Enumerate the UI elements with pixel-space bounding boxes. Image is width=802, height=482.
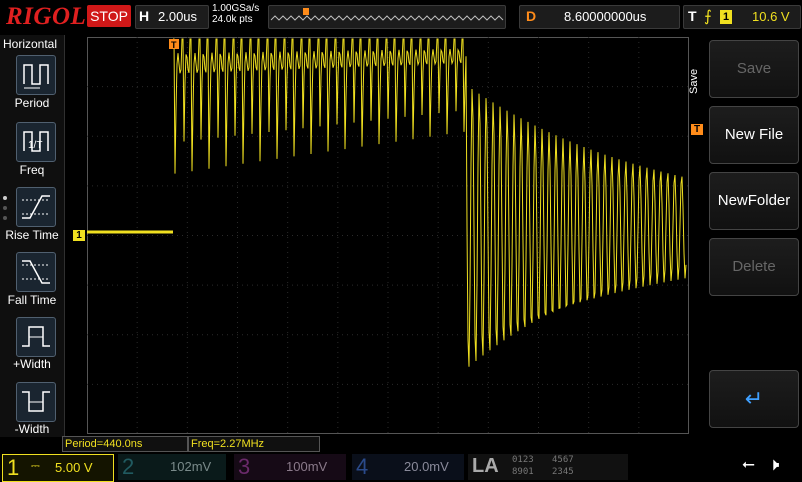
ch1-tab[interactable]: 1 ⎓ 5.00 V — [2, 454, 114, 482]
trigger-label: T — [688, 8, 697, 24]
positive-width-icon — [22, 326, 50, 347]
trigger-level: 10.6 V — [752, 9, 790, 24]
memory-overview-waveform — [270, 8, 504, 21]
ch3-tab[interactable]: 3 100mV — [234, 454, 346, 480]
save-button[interactable]: Save — [709, 40, 799, 98]
horizontal-label: H — [139, 8, 150, 24]
trigger-source-badge: 1 — [720, 10, 732, 24]
delete-button[interactable]: Delete — [709, 238, 799, 296]
la-tab[interactable]: LA 0123 4567 8901 2345 — [468, 454, 628, 480]
new-file-button[interactable]: New File — [709, 106, 799, 164]
memory-depth: 24.0k pts — [212, 14, 253, 25]
la-group-1: 0123 — [512, 455, 534, 465]
delay-value: 8.60000000us — [564, 9, 647, 24]
period-label: Period — [14, 96, 50, 110]
speaker-muted-icon[interactable]: 🕨 — [768, 454, 779, 475]
page-dot — [3, 206, 7, 210]
fall-time-label: Fall Time — [7, 293, 57, 307]
ch2-scale: 102mV — [170, 459, 212, 474]
waveform-grid: T — [87, 37, 689, 434]
period-button[interactable] — [16, 55, 56, 95]
ch3-scale: 100mV — [286, 459, 328, 474]
la-label: LA — [472, 455, 499, 477]
la-group-4: 2345 — [552, 467, 574, 477]
freq-icon: 1/T — [23, 131, 49, 152]
page-dot — [3, 216, 7, 220]
ch1-scale: 5.00 V — [55, 460, 93, 475]
la-group-3: 8901 — [512, 467, 534, 477]
ch1-waveform-trace — [173, 38, 687, 367]
la-group-2: 4567 — [552, 455, 574, 465]
fall-time-button[interactable] — [16, 252, 56, 292]
negative-width-icon — [22, 391, 50, 412]
negative-width-button[interactable] — [16, 382, 56, 422]
waveform-memory-overview — [268, 5, 506, 29]
sample-rate-info: 1.00GSa/s 24.0k pts — [212, 3, 259, 25]
freq-label: Freq — [19, 163, 45, 177]
new-folder-button[interactable]: NewFolder — [709, 172, 799, 230]
period-measurement: Period=440.0ns — [62, 436, 188, 452]
run-stop-status[interactable]: STOP — [87, 5, 131, 27]
dc-coupling-icon: ⎓ — [31, 460, 40, 472]
ch4-tab[interactable]: 4 20.0mV — [352, 454, 464, 480]
ch1-offset-marker[interactable]: 1 — [73, 230, 85, 241]
rise-time-button[interactable] — [16, 187, 56, 227]
memory-trigger-marker — [303, 8, 309, 15]
rise-time-label: Rise Time — [5, 228, 59, 242]
freq-measurement: Freq=2.27MHz — [188, 436, 320, 452]
rising-edge-icon: ⨍ — [704, 8, 712, 25]
ch3-number: 3 — [238, 454, 251, 479]
ch4-number: 4 — [356, 454, 369, 479]
freq-button[interactable]: 1/T — [16, 122, 56, 162]
return-icon: ↵ — [744, 386, 764, 411]
delay-label: D — [526, 8, 537, 24]
ch1-number: 1 — [7, 455, 20, 480]
horizontal-timebase-box[interactable]: H 2.00us — [135, 5, 209, 29]
svg-text:1/T: 1/T — [28, 140, 42, 151]
negative-width-label: -Width — [14, 422, 50, 436]
page-dot-active — [3, 196, 7, 200]
trigger-position-text: T — [171, 40, 177, 50]
measure-category-title: Horizontal — [3, 37, 58, 51]
positive-width-button[interactable] — [16, 317, 56, 357]
sample-rate: 1.00GSa/s — [212, 3, 260, 14]
ch2-number: 2 — [122, 454, 135, 479]
rise-time-icon — [22, 195, 50, 219]
ch4-scale: 20.0mV — [404, 459, 449, 474]
save-menu-title: Save — [688, 68, 700, 94]
usb-icon: ⭠ — [742, 456, 755, 473]
timebase-value: 2.00us — [158, 9, 198, 24]
fall-time-icon — [22, 260, 50, 284]
trigger-box[interactable]: T ⨍ 1 10.6 V — [683, 5, 801, 29]
period-icon — [23, 64, 49, 89]
positive-width-label: +Width — [13, 357, 51, 371]
return-button[interactable]: ↵ — [709, 370, 799, 428]
brand-logo: RIGOL — [6, 3, 87, 30]
ch2-tab[interactable]: 2 102mV — [118, 454, 226, 480]
measure-sidebar: Horizontal Period 1/T Freq Rise Time Fal… — [0, 35, 65, 437]
waveform-display[interactable]: T — [87, 37, 689, 434]
trigger-level-marker[interactable]: T — [691, 124, 703, 135]
delay-box[interactable]: D 8.60000000us — [519, 5, 680, 29]
